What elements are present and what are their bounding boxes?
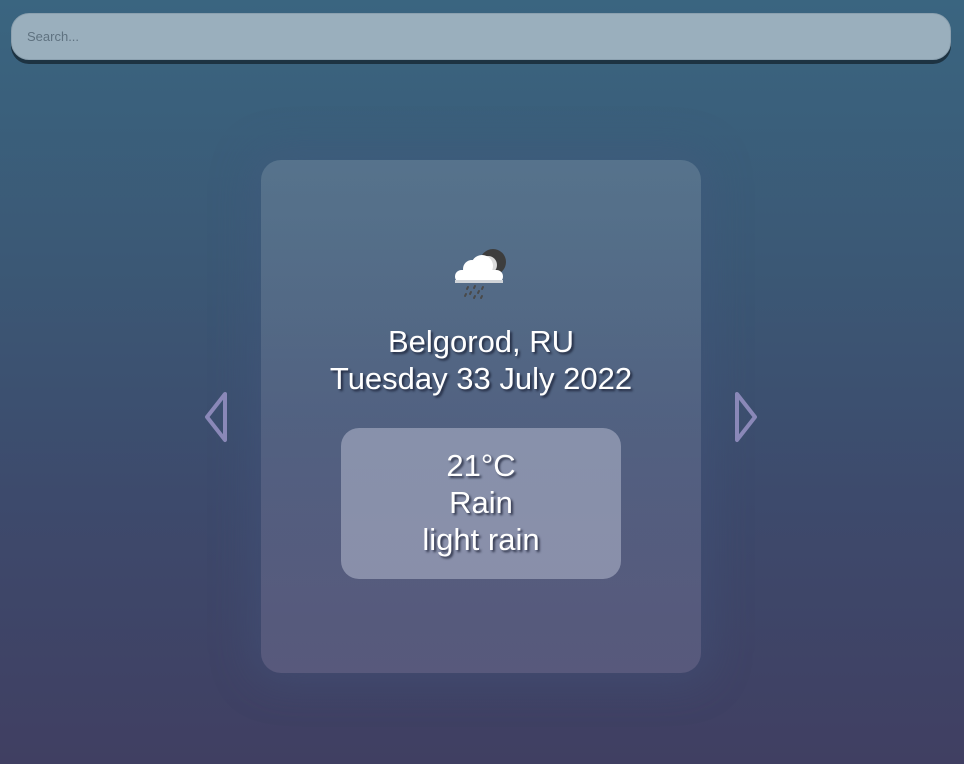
city-name: Belgorod, RU [387,324,575,359]
weather-condition: Rain [449,485,513,520]
rain-cloud-moon-icon [455,249,506,299]
temperature-value: 21°C [446,448,516,483]
chevron-right-icon[interactable] [732,390,760,444]
search-input[interactable] [11,13,951,60]
weather-card [261,160,701,673]
weather-description: light rain [422,522,540,557]
search-bar [11,13,951,60]
chevron-left-icon[interactable] [202,390,230,444]
date-label: Tuesday 33 July 2022 [329,361,633,396]
